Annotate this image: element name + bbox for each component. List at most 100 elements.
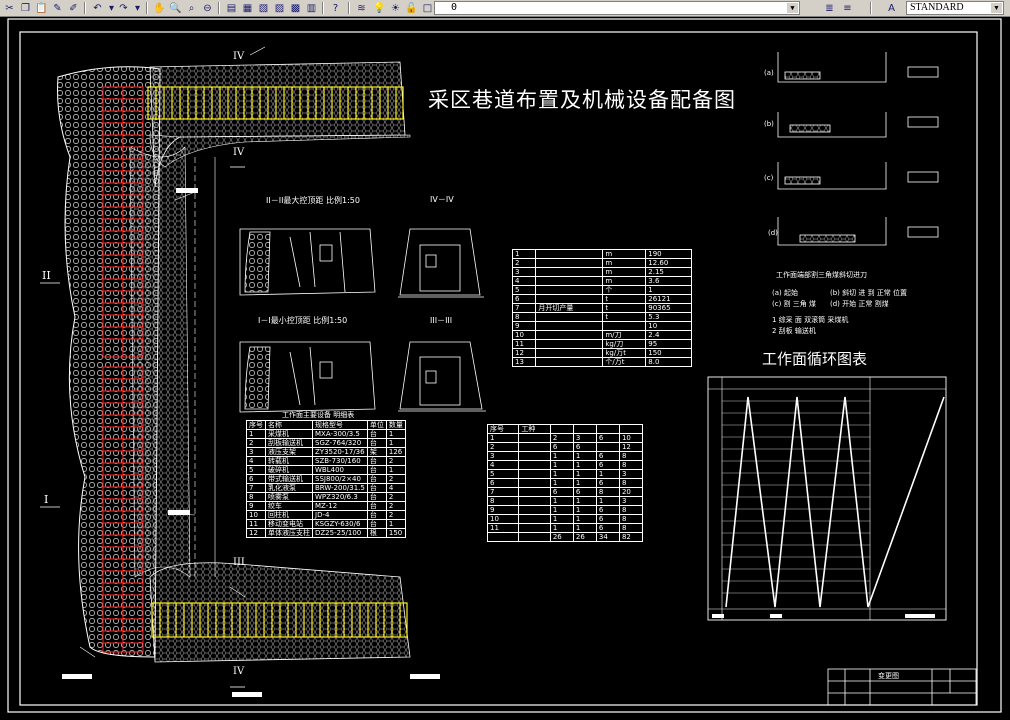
text-style-dropdown[interactable]: STANDARD ▼	[906, 1, 1004, 15]
table-cell: DZ25-25/100	[312, 528, 368, 538]
roadway-curve-top	[149, 134, 411, 168]
section-mark-i: I	[44, 493, 49, 506]
table-row: 2 刮板输送机 SGZ-764/320 台 1	[246, 438, 406, 448]
cutting-legend-item: 2 刮板 输送机	[772, 327, 816, 335]
table-row: 2 6 6 12	[486, 442, 644, 452]
copy-icon[interactable]: ❐	[18, 1, 33, 15]
table-cell: 单体液压支柱	[265, 528, 313, 538]
table-cell: kg/万t	[602, 348, 647, 358]
paste-icon[interactable]: 📋	[34, 1, 49, 15]
calculator-icon[interactable]: ▥	[304, 1, 319, 15]
zoom-realtime-icon[interactable]: 🔍	[168, 1, 183, 15]
toolbar-separator	[84, 2, 86, 14]
table-row: 41168	[486, 460, 644, 470]
make-current-layer-icon[interactable]: ≣	[822, 1, 837, 15]
table-row: 7 乳化液泵 BRW-200/31.5 台 4	[246, 483, 406, 493]
table-cell: 3	[618, 469, 644, 479]
section-max-title: II－II最大控顶距 比例1:50	[266, 196, 360, 205]
table-row: 10 m/刀 2.4	[511, 330, 692, 340]
tool-palettes-icon[interactable]: ▧	[256, 1, 271, 15]
layer-manager-icon[interactable]: ≋	[354, 1, 369, 15]
table-cell: BRW-200/31.5	[312, 483, 368, 493]
table-cell: 采煤机	[265, 429, 313, 439]
zoom-window-icon[interactable]: ⌕	[184, 1, 199, 15]
section-mark-iv-bottom: IV	[233, 666, 245, 677]
match-properties-icon[interactable]: ✎	[50, 1, 65, 15]
table-cell: 1	[572, 478, 597, 488]
layer-value: 0	[451, 2, 458, 13]
properties-icon[interactable]: ▤	[224, 1, 239, 15]
layer-on-icon[interactable]: 💡	[372, 1, 387, 15]
table-cell: ZY3520-17/36	[312, 447, 368, 457]
table-row: 8 喷雾泵 WPZ320/6.3 台 2	[246, 492, 406, 502]
table-cell: 6	[595, 505, 620, 515]
table-row: 1 采煤机 MXA-300/3.5 台 1	[246, 429, 406, 439]
table-cell: 1	[645, 285, 692, 295]
table-cell	[535, 249, 604, 259]
chevron-down-icon[interactable]: ▼	[991, 3, 1002, 13]
layer-color-icon[interactable]: □	[420, 1, 435, 15]
table-cell: 2	[549, 433, 574, 443]
zoom-previous-icon[interactable]: ⊖	[200, 1, 215, 15]
design-center-icon[interactable]: ▦	[240, 1, 255, 15]
undo-icon[interactable]: ↶	[90, 1, 105, 15]
section-mark-iv-top: IV	[233, 51, 245, 62]
table-cell: m/刀	[602, 330, 647, 340]
title-block	[827, 668, 977, 706]
markup-icon[interactable]: ▩	[288, 1, 303, 15]
chevron-down-icon[interactable]: ▼	[787, 3, 798, 13]
drawing-canvas[interactable]: 采区巷道布置及机械设备配备图 工作面循环图表 II I III IV IV IV…	[0, 17, 1010, 720]
text-style-icon[interactable]: A	[884, 1, 899, 15]
table-cell: 8	[618, 451, 644, 461]
table-cell: WBL400	[312, 465, 368, 475]
help-icon[interactable]: ?	[328, 1, 343, 15]
layer-freeze-icon[interactable]: ☀	[388, 1, 403, 15]
table-cell: 7	[486, 487, 520, 497]
redo-icon[interactable]: ↷	[116, 1, 131, 15]
section-mark-iv-mid: IV	[233, 147, 245, 158]
table-cell	[518, 505, 551, 515]
table-cell: 5	[511, 285, 537, 295]
table-row: 6 带式输送机 SSJ800/2×40 台 2	[246, 474, 406, 484]
table-cell	[535, 321, 604, 331]
table-cell: 2	[385, 456, 406, 466]
sheet-set-icon[interactable]: ▨	[272, 1, 287, 15]
pan-icon[interactable]: ✋	[152, 1, 167, 15]
table-cell: 回柱机	[265, 510, 313, 520]
table-row: 11 移动变电站 KSGZY-630/6 台 1	[246, 519, 406, 529]
table-cell: m	[602, 249, 647, 259]
table-cell: 3	[618, 496, 644, 506]
table-cell: 9	[511, 321, 537, 331]
redo-dropdown-icon[interactable]: ▾	[130, 1, 145, 15]
table-cell: 3	[246, 447, 266, 457]
table-cell: 190	[645, 249, 692, 259]
table-cell	[595, 442, 620, 452]
layer-previous-icon[interactable]: ≡	[840, 1, 855, 15]
step-label-b: (b)	[764, 120, 774, 128]
text-style-value: STANDARD	[910, 2, 964, 13]
block-editor-icon[interactable]: ✐	[66, 1, 81, 15]
layer-lock-icon[interactable]: 🔓	[404, 1, 419, 15]
table-cell: 3.6	[645, 276, 692, 286]
cutting-legend-item: (a) 起始	[772, 289, 798, 297]
table-cell: 4	[486, 460, 520, 470]
layer-dropdown[interactable]: 0 ▼	[434, 1, 800, 15]
table-cell: 2	[486, 442, 520, 452]
cut-icon[interactable]: ✂	[2, 1, 17, 15]
drawing-title: 采区巷道布置及机械设备配备图	[428, 88, 736, 112]
table-cell: 4	[511, 276, 537, 286]
table-cell: 1	[549, 505, 574, 515]
cutting-legend-item: (b) 斜切 进 到 正常 位置	[830, 289, 908, 297]
table-cell: 8	[246, 492, 266, 502]
section-iii-iii-title: III－III	[430, 316, 453, 325]
table-cell: 6	[246, 474, 266, 484]
section-min-title: I－I最小控顶距 比例1:50	[258, 316, 348, 325]
table-cell: 8	[595, 487, 620, 497]
table-row: 3 液压支架 ZY3520-17/36 架 126	[246, 447, 406, 457]
table-cell: 2	[385, 510, 406, 520]
table-cell	[535, 357, 604, 367]
table-cell: 6	[595, 514, 620, 524]
table-row: 81113	[486, 496, 644, 506]
table-cell	[518, 523, 551, 533]
table-cell: SSJ800/2×40	[312, 474, 368, 484]
